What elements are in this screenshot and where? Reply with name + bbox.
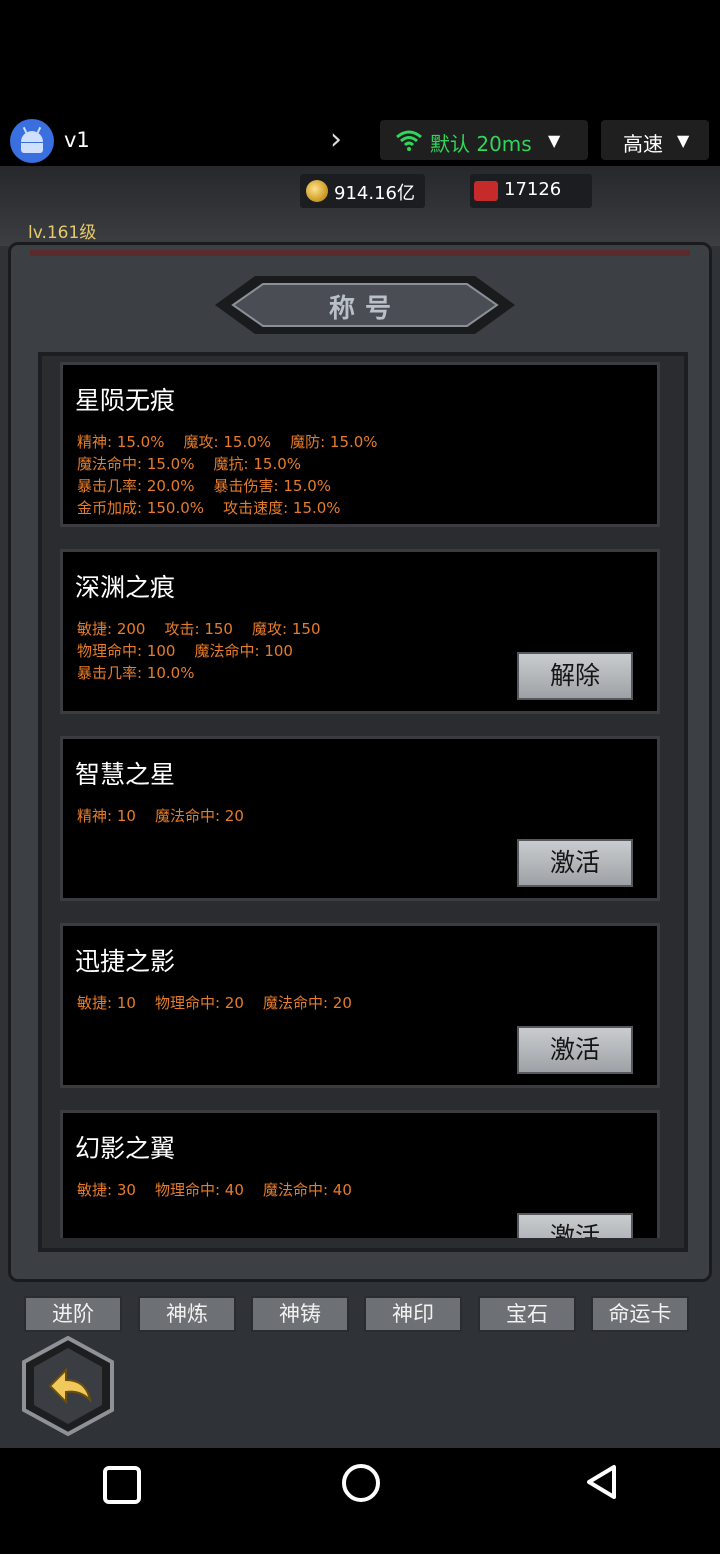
caret-down-icon: ▼ <box>548 131 561 150</box>
stat-line: 精神: 15.0% 魔攻: 15.0% 魔防: 15.0% <box>77 433 378 451</box>
remove-button[interactable]: 解除 <box>517 652 633 700</box>
title-card-3: 智慧之星 精神: 10 魔法命中: 20 激活 <box>60 736 660 901</box>
caret-down-icon: ▼ <box>677 131 690 150</box>
stat-line: 敏捷: 10 物理命中: 20 魔法命中: 20 <box>77 994 352 1012</box>
gold-resource: 914.16亿 <box>300 174 425 208</box>
tab-advance[interactable]: 进阶 <box>24 1296 122 1332</box>
stat-line: 金币加成: 150.0% 攻击速度: 15.0% <box>77 499 341 517</box>
activate-button[interactable]: 激活 <box>517 1026 633 1074</box>
tab-gems[interactable]: 宝石 <box>478 1296 576 1332</box>
stat-line: 精神: 10 魔法命中: 20 <box>77 807 244 825</box>
gold-value: 914.16亿 <box>334 183 415 204</box>
home-circle-icon[interactable] <box>342 1464 380 1502</box>
title-card-2: 深渊之痕 敏捷: 200 攻击: 150 魔攻: 150 物理命中: 100 魔… <box>60 549 660 714</box>
recents-square-icon[interactable] <box>103 1466 141 1504</box>
chevron-right-icon[interactable]: › <box>330 122 342 157</box>
wifi-icon <box>396 130 422 151</box>
speed-label: 高速 <box>623 132 663 156</box>
tab-fate-card[interactable]: 命运卡 <box>591 1296 689 1332</box>
stat-line: 暴击几率: 10.0% <box>77 664 195 682</box>
title-card-4: 迅捷之影 敏捷: 10 物理命中: 20 魔法命中: 20 激活 <box>60 923 660 1088</box>
stat-line: 敏捷: 200 攻击: 150 魔攻: 150 <box>77 620 321 638</box>
title-name: 深渊之痕 <box>75 573 176 602</box>
network-label: 默认 20ms <box>430 132 532 156</box>
player-level: lv.161级 <box>28 223 97 243</box>
tab-refine[interactable]: 神炼 <box>138 1296 236 1332</box>
speed-selector[interactable]: 高速 ▼ <box>601 120 709 160</box>
stat-line: 魔法命中: 15.0% 魔抗: 15.0% <box>77 455 302 473</box>
stat-line: 暴击几率: 20.0% 暴击伤害: 15.0% <box>77 477 332 495</box>
android-icon[interactable] <box>10 119 54 163</box>
title-card-5: 幻影之翼 敏捷: 30 物理命中: 40 魔法命中: 40 激活 <box>60 1110 660 1238</box>
system-nav-bar <box>0 1448 720 1554</box>
title-name: 星陨无痕 <box>75 386 176 415</box>
bottom-tab-bar: 进阶 神炼 神铸 神印 宝石 命运卡 <box>0 1296 720 1334</box>
panel-title: 称号 <box>328 294 401 324</box>
top-overlay-bar: v1 › 默认 20ms ▼ 高速 ▼ <box>0 118 720 166</box>
card-clip: 幻影之翼 敏捷: 30 物理命中: 40 魔法命中: 40 激活 <box>60 1110 660 1238</box>
title-name: 幻影之翼 <box>75 1134 176 1163</box>
coin-icon <box>306 180 328 202</box>
back-triangle-icon[interactable] <box>584 1464 620 1500</box>
app-name: v1 <box>64 128 90 152</box>
stat-line: 物理命中: 100 魔法命中: 100 <box>77 642 293 660</box>
game-screen: 914.16亿 17126 lv.161级 称号 星陨无痕 精神: 15.0% … <box>0 166 720 1448</box>
activate-button[interactable]: 激活 <box>517 1213 633 1238</box>
activate-button[interactable]: 激活 <box>517 839 633 887</box>
network-selector[interactable]: 默认 20ms ▼ <box>380 120 588 160</box>
panel-title-plaque: 称号 <box>215 274 515 336</box>
gem-resource: 17126 <box>470 174 592 208</box>
title-card-1: 星陨无痕 精神: 15.0% 魔攻: 15.0% 魔防: 15.0% 魔法命中:… <box>60 362 660 527</box>
tab-seal[interactable]: 神印 <box>364 1296 462 1332</box>
title-name: 智慧之星 <box>75 760 176 789</box>
stat-line: 敏捷: 30 物理命中: 40 魔法命中: 40 <box>77 1181 352 1199</box>
title-name: 迅捷之影 <box>75 947 176 976</box>
panel-divider <box>30 250 690 256</box>
back-arrow-icon[interactable] <box>20 1336 116 1436</box>
tab-forge[interactable]: 神铸 <box>251 1296 349 1332</box>
gem-icon <box>474 181 498 201</box>
gem-value: 17126 <box>504 179 562 200</box>
